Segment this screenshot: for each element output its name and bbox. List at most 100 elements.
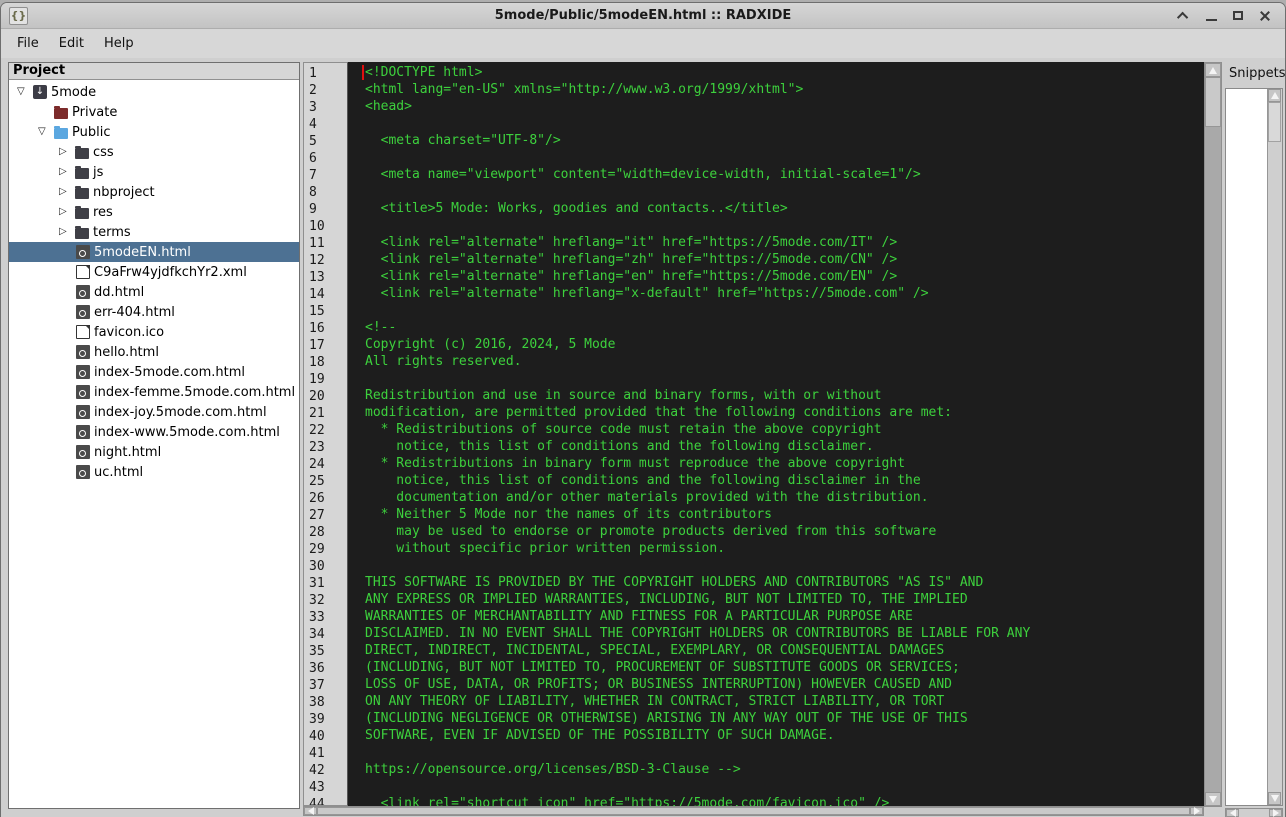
scroll-left-button[interactable] [1226, 809, 1239, 817]
code-line-text: DIRECT, INDIRECT, INCIDENTAL, SPECIAL, E… [365, 643, 945, 658]
editor-horizontal-scrollbar[interactable] [303, 806, 1204, 816]
tree-item-label: js [93, 164, 104, 180]
line-number: 10 [309, 219, 325, 234]
code-line-text: LOSS OF USE, DATA, OR PROFITS; OR BUSINE… [365, 677, 952, 692]
expand-collapsed-icon[interactable]: ▷ [57, 222, 75, 242]
scroll-right-button[interactable] [1190, 807, 1203, 815]
tree-item-terms[interactable]: ▷ terms [9, 222, 299, 242]
code-line-text: <title>5 Mode: Works, goodies and contac… [365, 201, 788, 216]
expand-collapsed-icon[interactable]: ▷ [57, 202, 75, 222]
code-line: * Redistributions of source code must re… [365, 421, 1204, 438]
code-line: <link rel="alternate" hreflang="en" href… [365, 268, 1204, 285]
editor-vertical-scrollbar[interactable] [1204, 62, 1222, 807]
editor-hscroll-thumb[interactable] [317, 807, 1190, 815]
tree-item-night.html[interactable]: night.html [9, 442, 299, 462]
code-line: LOSS OF USE, DATA, OR PROFITS; OR BUSINE… [365, 676, 1204, 693]
tree-item-Public[interactable]: ▽ Public [9, 122, 299, 142]
tree-item-dd.html[interactable]: dd.html [9, 282, 299, 302]
tree-item-label: index-5mode.com.html [94, 364, 246, 380]
code-line: <title>5 Mode: Works, goodies and contac… [365, 200, 1204, 217]
tree-item-css[interactable]: ▷ css [9, 142, 299, 162]
code-line-text: Redistribution and use in source and bin… [365, 388, 882, 403]
tree-item-err-404.html[interactable]: err-404.html [9, 302, 299, 322]
shade-button[interactable] [1176, 8, 1192, 24]
scroll-down-button[interactable] [1205, 792, 1221, 806]
code-line: SOFTWARE, EVEN IF ADVISED OF THE POSSIBI… [365, 727, 1204, 744]
tree-item-index-femme.5mode.com.html[interactable]: index-femme.5mode.com.html [9, 382, 299, 402]
code-line-text: notice, this list of conditions and the … [365, 473, 921, 488]
code-line-text: ANY EXPRESS OR IMPLIED WARRANTIES, INCLU… [365, 592, 968, 607]
snippets-vertical-scrollbar[interactable] [1267, 89, 1282, 805]
line-number: 43 [309, 780, 325, 795]
file-html-icon [76, 385, 90, 399]
scroll-down-button[interactable] [1268, 792, 1281, 805]
main-content: Project ▽ ↓ 5mode Private ▽ Public ▷ css ▷ js… [1, 58, 1285, 817]
expand-collapsed-icon[interactable]: ▷ [57, 182, 75, 202]
menu-edit[interactable]: Edit [49, 32, 94, 55]
code-line-text: <link rel="shortcut icon" href="https://… [365, 796, 890, 806]
code-line: Redistribution and use in source and bin… [365, 387, 1204, 404]
menu-file[interactable]: File [7, 32, 49, 55]
code-line-text: <html lang="en-US" xmlns="http://www.w3.… [365, 82, 804, 97]
expand-open-icon[interactable]: ▽ [15, 82, 33, 102]
expand-collapsed-icon[interactable]: ▷ [57, 142, 75, 162]
tree-item-hello.html[interactable]: hello.html [9, 342, 299, 362]
code-line: <meta charset="UTF-8"/> [365, 132, 1204, 149]
code-line: <head> [365, 98, 1204, 115]
expand-collapsed-icon[interactable]: ▷ [57, 162, 75, 182]
tree-item-js[interactable]: ▷ js [9, 162, 299, 182]
code-line: * Redistributions in binary form must re… [365, 455, 1204, 472]
tree-item-label: index-joy.5mode.com.html [94, 404, 267, 420]
scroll-left-button[interactable] [304, 807, 317, 815]
code-line: <!DOCTYPE html> [362, 64, 1204, 81]
code-line: <link rel="shortcut icon" href="https://… [365, 795, 1204, 806]
scroll-up-button[interactable] [1268, 89, 1281, 102]
arrow-down-icon [1209, 795, 1217, 803]
maximize-icon [1233, 11, 1243, 20]
tree-item-index-joy.5mode.com.html[interactable]: index-joy.5mode.com.html [9, 402, 299, 422]
project-panel: Project ▽ ↓ 5mode Private ▽ Public ▷ css ▷ js… [8, 62, 300, 809]
line-number: 33 [309, 610, 325, 625]
line-number: 1 [309, 66, 317, 81]
tree-item-index-5mode.com.html[interactable]: index-5mode.com.html [9, 362, 299, 382]
line-number: 34 [309, 627, 325, 642]
tree-item-C9aFrw4yjdfkchYr2.xml[interactable]: C9aFrw4yjdfkchYr2.xml [9, 262, 299, 282]
tree-item-uc.html[interactable]: uc.html [9, 462, 299, 482]
tree-item-res[interactable]: ▷ res [9, 202, 299, 222]
scroll-up-button[interactable] [1205, 63, 1221, 77]
code-line: ON ANY THEORY OF LIABILITY, WHETHER IN C… [365, 693, 1204, 710]
tree-item-Private[interactable]: Private [9, 102, 299, 122]
code-line: <link rel="alternate" hreflang="zh" href… [365, 251, 1204, 268]
tree-item-favicon.ico[interactable]: favicon.ico [9, 322, 299, 342]
code-line: notice, this list of conditions and the … [365, 438, 1204, 455]
line-number: 4 [309, 117, 317, 132]
tree-item-label: hello.html [94, 344, 159, 360]
line-number: 16 [309, 321, 325, 336]
window-menu-button[interactable]: {} [9, 6, 28, 25]
minimize-button[interactable] [1203, 8, 1219, 24]
tree-item-5mode[interactable]: ▽ ↓ 5mode [9, 82, 299, 102]
scroll-right-button[interactable] [1269, 809, 1282, 817]
line-number: 20 [309, 389, 325, 404]
line-number: 25 [309, 474, 325, 489]
snippets-horizontal-scrollbar[interactable] [1225, 808, 1283, 817]
file-html-icon [76, 425, 90, 439]
window-controls [1176, 8, 1277, 24]
snippets-vscroll-thumb[interactable] [1268, 102, 1281, 142]
expand-open-icon[interactable]: ▽ [36, 122, 54, 142]
menu-help[interactable]: Help [94, 32, 144, 55]
tree-item-index-www.5mode.com.html[interactable]: index-www.5mode.com.html [9, 422, 299, 442]
editor-vscroll-thumb[interactable] [1205, 77, 1221, 127]
tree-item-nbproject[interactable]: ▷ nbproject [9, 182, 299, 202]
code-line: documentation and/or other materials pro… [365, 489, 1204, 506]
arrow-right-icon [1193, 807, 1200, 815]
tree-item-5modeEN.html[interactable]: 5modeEN.html [9, 242, 299, 262]
code-editor[interactable]: <!DOCTYPE html> <html lang="en-US" xmlns=… [348, 62, 1204, 806]
line-number: 28 [309, 525, 325, 540]
line-number: 44 [309, 797, 325, 806]
code-line: <link rel="alternate" hreflang="it" href… [365, 234, 1204, 251]
close-button[interactable] [1257, 8, 1273, 24]
maximize-button[interactable] [1230, 8, 1246, 24]
snippets-list[interactable] [1225, 88, 1283, 806]
